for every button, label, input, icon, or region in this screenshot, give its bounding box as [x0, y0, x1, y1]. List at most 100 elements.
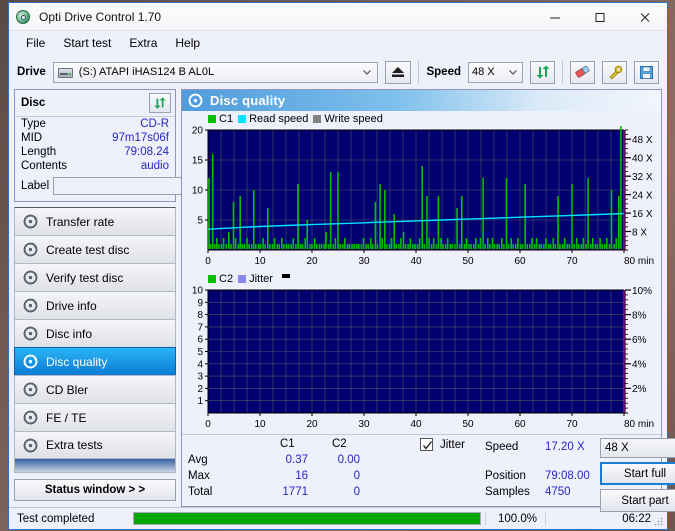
legend-swatch — [238, 275, 247, 283]
drive-select[interactable]: (S:) ATAPI iHAS124 B AL0L — [52, 61, 379, 83]
svg-text:30: 30 — [358, 256, 370, 267]
menu-file[interactable]: File — [17, 33, 54, 53]
disc-icon — [23, 214, 38, 229]
refresh-button[interactable] — [530, 60, 555, 84]
sidebar-item-verify-test-disc[interactable]: Verify test disc — [14, 263, 176, 291]
disc-refresh-button[interactable] — [149, 93, 171, 113]
disc-panel: Disc Type CD-R MID 97m17s06f Length 79:0… — [14, 89, 258, 202]
status-message: Test completed — [17, 512, 95, 525]
sidebar-item-create-test-disc[interactable]: Create test disc — [14, 235, 176, 263]
progress-percent: 100.0% — [485, 512, 545, 525]
svg-text:10: 10 — [192, 186, 204, 197]
svg-text:20: 20 — [306, 419, 318, 430]
menu-start-test[interactable]: Start test — [54, 33, 120, 53]
start-part-button[interactable]: Start part — [600, 489, 675, 512]
stats-row-max-c2: 0 — [353, 470, 360, 482]
c1-chart-legend: C1 Read speed Write speed — [182, 111, 661, 126]
close-button[interactable] — [622, 3, 667, 31]
svg-text:70: 70 — [566, 256, 578, 267]
menu-help[interactable]: Help — [166, 33, 209, 53]
speed-label: Speed — [426, 66, 461, 78]
svg-text:9: 9 — [197, 298, 203, 309]
sidebar-item-disc-quality[interactable]: Disc quality — [14, 347, 176, 375]
eraser-button[interactable] — [570, 60, 595, 84]
sidebar-item-fe-te[interactable]: FE / TE — [14, 403, 176, 431]
svg-text:40 X: 40 X — [632, 154, 653, 165]
status-bar: Test completed 100.0% 06:22 — [9, 507, 667, 529]
refresh-icon — [154, 97, 166, 109]
sidebar-item-transfer-rate[interactable]: Transfer rate — [14, 207, 176, 235]
legend-swatch — [238, 115, 247, 123]
desktop-background: Opti Drive Control 1.70 File Start test … — [0, 0, 675, 531]
sidebar-item-extra-tests[interactable]: Extra tests — [14, 431, 176, 459]
disc-icon — [23, 326, 38, 341]
status-window-button[interactable]: Status window > > — [14, 479, 176, 501]
eraser-icon — [575, 65, 590, 78]
sidebar-item-disc-info[interactable]: Disc info — [14, 319, 176, 347]
stats-row-avg-label: Avg — [188, 454, 208, 466]
sidebar-accent-strip — [14, 459, 176, 473]
disc-panel-title: Disc — [21, 97, 46, 109]
disc-row-value: audio — [140, 160, 169, 172]
stats-row-avg-c2: 0.00 — [337, 454, 360, 466]
svg-text:0: 0 — [205, 419, 211, 430]
jitter-label: Jitter — [440, 439, 465, 451]
c2-chart-block: C2 Jitter 1 2 3 4 5 6 7 8 9 10 2% 4% 6% 8% 10% 0 10 20 30 4… — [182, 271, 661, 434]
chevron-down-icon — [509, 70, 517, 75]
chevron-down-icon — [363, 70, 372, 75]
svg-text:6%: 6% — [632, 335, 647, 346]
start-full-button[interactable]: Start full — [600, 462, 675, 485]
stats-row-total-label: Total — [188, 486, 213, 498]
svg-text:32 X: 32 X — [632, 172, 653, 183]
disc-row-key: Type — [21, 118, 46, 130]
statistics-panel: C1 C2 Avg 0.37 0.00 Max 16 0 Total 1771 … — [182, 434, 675, 512]
svg-text:0: 0 — [205, 256, 211, 267]
svg-text:10: 10 — [254, 419, 266, 430]
c2-plot-area: 1 2 3 4 5 6 7 8 9 10 2% 4% 6% 8% 10% 0 10 20 30 40 50 60 70 80 … — [182, 286, 661, 434]
speed-select[interactable]: 48 X — [468, 61, 523, 83]
legend-label: C1 — [219, 113, 234, 125]
title-bar: Opti Drive Control 1.70 — [9, 3, 667, 31]
stats-row-total-c2: 0 — [353, 486, 360, 498]
sidebar-item-drive-info[interactable]: Drive info — [14, 291, 176, 319]
svg-text:8: 8 — [197, 310, 203, 321]
tab-list: Transfer rate Create test disc Verify te… — [14, 207, 176, 459]
svg-text:3: 3 — [197, 372, 203, 383]
speed-stat-label: Speed — [485, 441, 519, 453]
svg-text:8 X: 8 X — [632, 227, 647, 238]
tools-button[interactable] — [602, 60, 627, 84]
stats-col-c1-header: C1 — [280, 438, 295, 450]
resize-grip-icon[interactable] — [653, 516, 663, 526]
svg-text:5: 5 — [197, 347, 203, 358]
save-button[interactable] — [634, 60, 659, 84]
legend-label: Jitter — [249, 273, 273, 285]
svg-text:60: 60 — [514, 256, 526, 267]
stats-row-max-label: Max — [188, 470, 210, 482]
jitter-checkbox[interactable] — [420, 438, 433, 451]
svg-text:20: 20 — [306, 256, 318, 267]
maximize-button[interactable] — [577, 3, 622, 31]
svg-text:80 min: 80 min — [624, 256, 654, 267]
svg-text:40: 40 — [410, 419, 422, 430]
sidebar-item-label: Extra tests — [46, 438, 103, 452]
disc-icon — [15, 8, 33, 26]
menu-extra[interactable]: Extra — [120, 33, 166, 53]
window-controls — [532, 3, 667, 31]
eject-button[interactable] — [385, 60, 412, 84]
legend-swatch — [208, 115, 216, 123]
legend-swatch — [208, 275, 216, 283]
disc-row-length: Length 79:08.24 — [15, 145, 175, 159]
disc-label-row: Label — [15, 173, 258, 201]
disc-icon — [23, 438, 38, 452]
test-speed-select[interactable]: 48 X — [600, 438, 675, 458]
minimize-button[interactable] — [532, 3, 577, 31]
svg-text:2: 2 — [197, 384, 203, 395]
sidebar-item-cd-bler[interactable]: CD Bler — [14, 375, 176, 403]
sidebar-item-label: Transfer rate — [46, 214, 115, 229]
legend-label: C2 — [219, 273, 234, 285]
svg-text:40: 40 — [410, 256, 422, 267]
elapsed-time: 06:22 — [545, 512, 665, 525]
svg-text:24 X: 24 X — [632, 190, 653, 201]
svg-text:8%: 8% — [632, 310, 647, 321]
panel-title: Disc quality — [210, 93, 286, 108]
